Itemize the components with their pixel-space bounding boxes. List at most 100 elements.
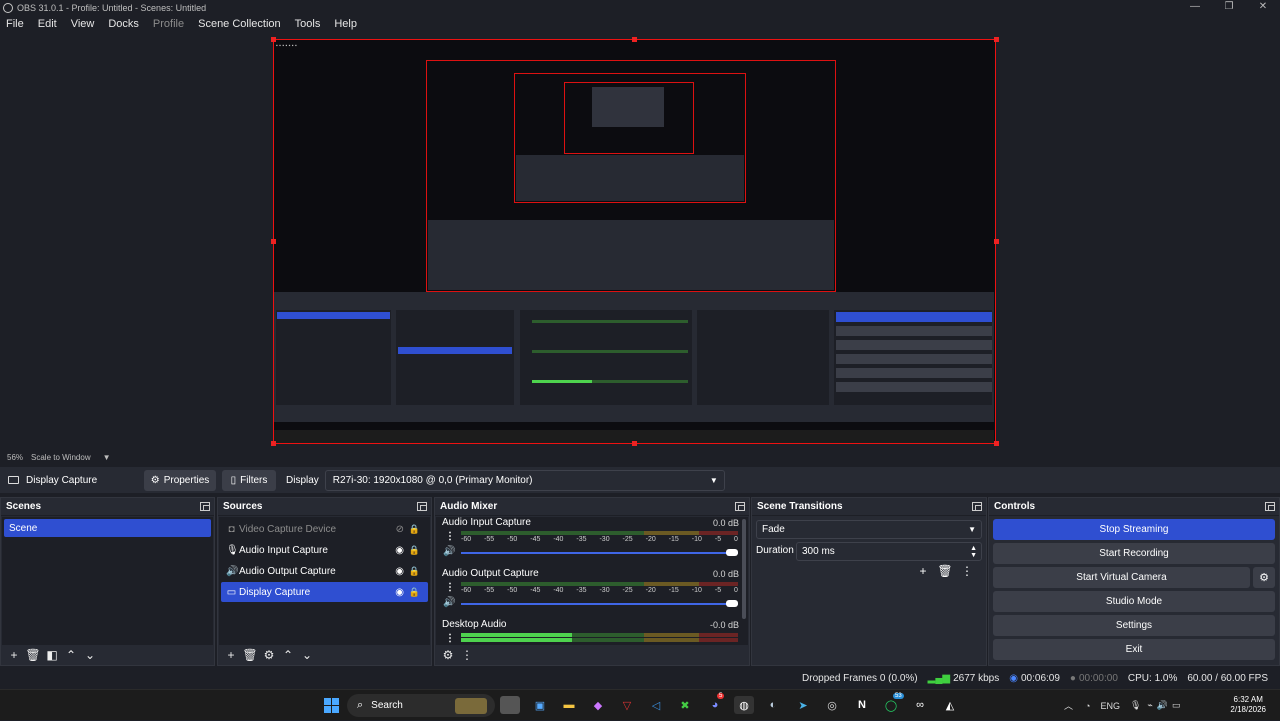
- taskbar-search[interactable]: ⌕ Search: [347, 694, 495, 717]
- undock-icon[interactable]: [200, 502, 210, 511]
- minimize-button[interactable]: —: [1178, 0, 1212, 15]
- menu-docks[interactable]: Docks: [108, 18, 139, 30]
- duration-input[interactable]: 300 ms ▲ ▼: [796, 542, 982, 561]
- speaker-icon[interactable]: 🔊: [443, 597, 455, 608]
- source-item-video-capture[interactable]: ◘ Video Capture Device ⊘ 🔒: [221, 519, 428, 539]
- stop-streaming-button[interactable]: Stop Streaming: [993, 519, 1275, 540]
- filters-icon[interactable]: ◧: [43, 647, 61, 663]
- display-select[interactable]: R27i-30: 1920x1080 @ 0,0 (Primary Monito…: [324, 469, 725, 491]
- trash-icon[interactable]: 🗑: [934, 564, 956, 580]
- start-virtual-camera-button[interactable]: Start Virtual Camera: [993, 567, 1250, 588]
- menu-view[interactable]: View: [71, 18, 95, 30]
- add-source-icon[interactable]: +: [222, 647, 240, 663]
- menu-help[interactable]: Help: [334, 18, 357, 30]
- close-button[interactable]: ✕: [1246, 0, 1280, 15]
- resize-handle-e[interactable]: [994, 239, 999, 244]
- lock-icon[interactable]: 🔒: [409, 524, 420, 535]
- resize-handle-s[interactable]: [632, 441, 637, 446]
- more-options-icon[interactable]: ⋮: [445, 582, 455, 593]
- resize-handle-w[interactable]: [271, 239, 276, 244]
- resize-handle-nw[interactable]: [271, 37, 276, 42]
- scale-mode-select[interactable]: Scale to Window: [31, 453, 91, 462]
- menu-scene-collection[interactable]: Scene Collection: [198, 18, 281, 30]
- minecraft-icon[interactable]: ✖: [675, 696, 695, 714]
- menu-file[interactable]: File: [6, 18, 24, 30]
- eye-icon[interactable]: ◉: [395, 545, 404, 556]
- more-options-icon[interactable]: ⋮: [445, 531, 455, 542]
- menu-edit[interactable]: Edit: [38, 18, 57, 30]
- file-explorer-icon[interactable]: ▬: [559, 696, 579, 714]
- virtual-camera-settings-button[interactable]: ⚙: [1253, 567, 1275, 588]
- telegram-icon[interactable]: ➤: [793, 696, 813, 714]
- eye-icon[interactable]: ◉: [395, 587, 404, 598]
- more-options-icon[interactable]: ⋮: [445, 633, 455, 644]
- volume-icon[interactable]: 🔊: [1157, 700, 1168, 711]
- volume-slider[interactable]: [461, 600, 738, 607]
- chrome-icon[interactable]: ◍: [734, 696, 754, 714]
- maximize-button[interactable]: ❐: [1212, 0, 1246, 15]
- copilot-icon[interactable]: ◆: [588, 696, 608, 714]
- slider-knob[interactable]: [726, 549, 738, 556]
- store-icon[interactable]: ▣: [530, 696, 550, 714]
- notion-icon[interactable]: N: [852, 696, 872, 714]
- studio-mode-button[interactable]: Studio Mode: [993, 591, 1275, 612]
- filters-button[interactable]: ▯ Filters: [222, 469, 276, 491]
- move-up-icon[interactable]: ⌃: [279, 647, 297, 663]
- transition-select[interactable]: Fade ▼: [756, 520, 982, 539]
- network-icon[interactable]: ⌁: [1147, 700, 1152, 711]
- app-icon-mask[interactable]: ∞: [910, 696, 930, 714]
- vscode-icon[interactable]: ◁: [646, 696, 666, 714]
- eye-icon[interactable]: ◉: [395, 566, 404, 577]
- resize-handle-se[interactable]: [994, 441, 999, 446]
- preview-canvas[interactable]: ▪ ▪ ▪ ▪ ▪ ▪ ▪: [0, 32, 1280, 450]
- resize-handle-ne[interactable]: [994, 37, 999, 42]
- advanced-audio-icon[interactable]: ⚙: [439, 647, 457, 663]
- add-transition-icon[interactable]: +: [912, 564, 934, 580]
- move-up-icon[interactable]: ⌃: [62, 647, 80, 663]
- exit-button[interactable]: Exit: [993, 639, 1275, 660]
- task-view-icon[interactable]: [500, 696, 520, 714]
- more-options-icon[interactable]: ⋮: [458, 647, 476, 663]
- microphone-icon[interactable]: 🎙: [1130, 700, 1141, 711]
- move-down-icon[interactable]: ⌄: [81, 647, 99, 663]
- lock-icon[interactable]: 🔒: [409, 566, 420, 577]
- undock-icon[interactable]: [1265, 502, 1275, 511]
- source-item-audio-output[interactable]: 🔊 Audio Output Capture ◉ 🔒: [221, 561, 428, 581]
- move-down-icon[interactable]: ⌄: [298, 647, 316, 663]
- taskbar-clock[interactable]: 6:32 AM 2/18/2026: [1230, 695, 1266, 715]
- tray-chevron-up-icon[interactable]: ︿: [1064, 699, 1073, 712]
- undock-icon[interactable]: [735, 502, 745, 511]
- display-capture-preview[interactable]: ▪ ▪ ▪ ▪ ▪ ▪ ▪: [273, 39, 996, 444]
- lock-icon[interactable]: 🔒: [409, 545, 420, 556]
- more-options-icon[interactable]: ⋮: [956, 564, 978, 580]
- slider-knob[interactable]: [726, 600, 738, 607]
- spinner-icon[interactable]: ▲ ▼: [970, 545, 977, 559]
- menu-tools[interactable]: Tools: [295, 18, 321, 30]
- resize-handle-n[interactable]: [632, 37, 637, 42]
- lock-icon[interactable]: 🔒: [409, 587, 420, 598]
- menu-profile[interactable]: Profile: [153, 18, 184, 30]
- language-indicator[interactable]: ENG: [1100, 701, 1120, 711]
- start-recording-button[interactable]: Start Recording: [993, 543, 1275, 564]
- trash-icon[interactable]: 🗑: [24, 647, 42, 663]
- gear-icon[interactable]: ⚙: [260, 647, 278, 663]
- volume-slider[interactable]: [461, 549, 738, 556]
- eye-hidden-icon[interactable]: ⊘: [396, 524, 404, 535]
- trash-icon[interactable]: 🗑: [241, 647, 259, 663]
- properties-button[interactable]: ⚙ Properties: [144, 469, 216, 491]
- app-icon-terminal[interactable]: ◭: [940, 696, 960, 714]
- source-item-display-capture[interactable]: ▭ Display Capture ◉ 🔒: [221, 582, 428, 602]
- source-item-audio-input[interactable]: 🎙 Audio Input Capture ◉ 🔒: [221, 540, 428, 560]
- undock-icon[interactable]: [972, 502, 982, 511]
- resize-handle-sw[interactable]: [271, 441, 276, 446]
- speaker-icon[interactable]: 🔊: [443, 546, 455, 557]
- start-button[interactable]: [321, 696, 341, 714]
- steam-icon[interactable]: ◐: [763, 696, 783, 714]
- add-scene-icon[interactable]: +: [5, 647, 23, 663]
- mixer-scrollbar[interactable]: [741, 517, 747, 645]
- battery-icon[interactable]: ▭: [1172, 700, 1181, 711]
- chevron-down-icon[interactable]: ▼: [103, 453, 111, 462]
- tray-app-icon[interactable]: ◔: [1085, 701, 1090, 711]
- undock-icon[interactable]: [417, 502, 427, 511]
- app-icon-red[interactable]: ▽: [617, 696, 637, 714]
